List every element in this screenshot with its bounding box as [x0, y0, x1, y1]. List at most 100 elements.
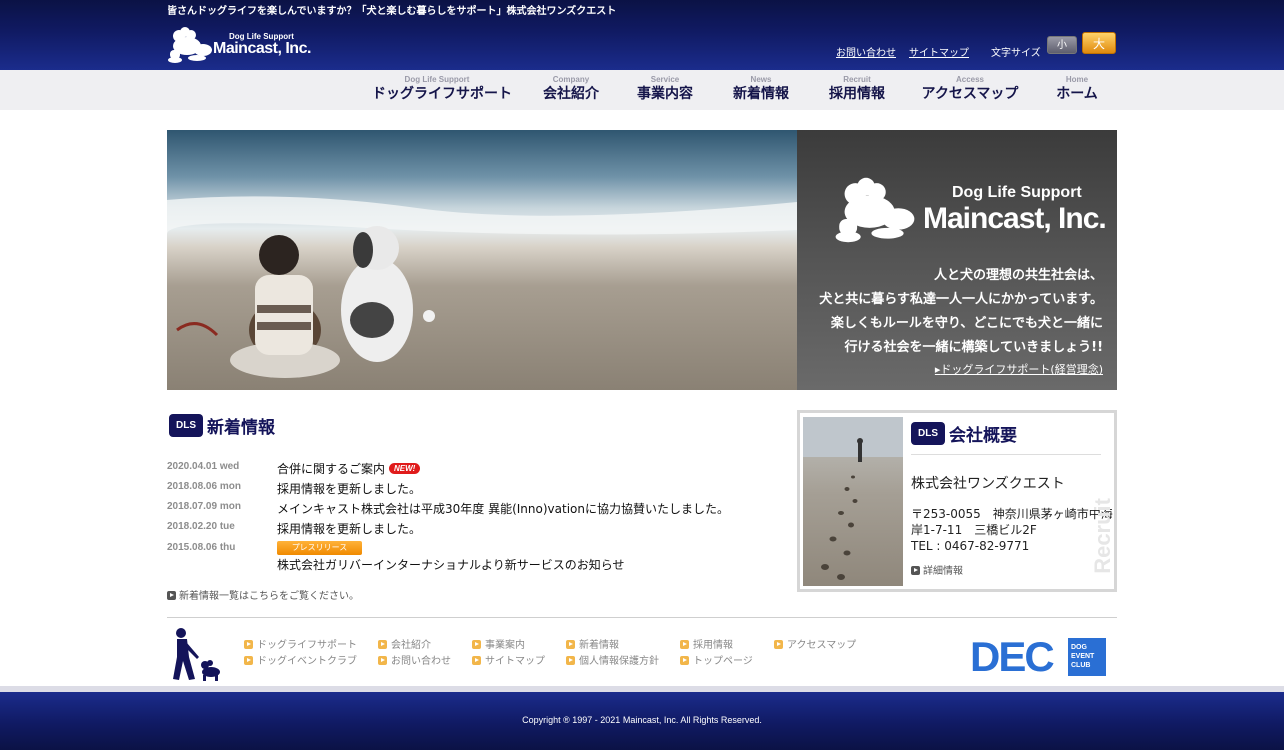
- nav-item-access[interactable]: Access アクセスマップ: [920, 75, 1020, 103]
- news-list-link[interactable]: 新着情報一覧はこちらをご覧ください。: [167, 587, 359, 602]
- news-date: 2018.02.20 tue: [167, 521, 235, 532]
- font-size-small-button[interactable]: 小: [1047, 36, 1077, 54]
- arrow-right-icon: [911, 566, 920, 575]
- contact-link[interactable]: お問い合わせ: [836, 44, 896, 59]
- hero-message-panel: Dog Life Support Maincast, Inc. 人と犬の理想の共…: [797, 130, 1117, 390]
- nav-item-en: News: [750, 75, 772, 84]
- footer-link-label: お問い合わせ: [391, 656, 451, 667]
- arrow-right-icon: [774, 640, 783, 649]
- footer-link-label: アクセスマップ: [787, 640, 857, 651]
- news-text[interactable]: メインキャスト株式会社は平成30年度 異能(Inno)vationに協力協賛いた…: [277, 500, 729, 517]
- arrow-right-icon: [378, 656, 387, 665]
- nav-item-jp: 会社紹介: [543, 86, 599, 102]
- hero-brand-small: Dog Life Support: [952, 184, 1082, 201]
- footer-link-news[interactable]: 新着情報: [566, 636, 619, 651]
- arrow-right-icon: [244, 656, 253, 665]
- dec-subtitle-line: CLUB: [1071, 662, 1091, 669]
- news-date: 2020.04.01 wed: [167, 461, 240, 472]
- news-text[interactable]: 採用情報を更新しました。: [277, 520, 421, 537]
- news-text[interactable]: 株式会社ガリバーインターナショナルより新サービスのお知らせ: [277, 556, 625, 573]
- copyright-text: Copyright ® 1997 - 2021 Maincast, Inc. A…: [522, 715, 762, 725]
- header: 皆さんドッグライフを楽しんでいますか？「犬と楽しむ暮らしをサポート」株式会社ワン…: [0, 0, 1284, 70]
- nav-item-en: Company: [552, 75, 590, 84]
- dls-badge: DLS: [169, 414, 203, 437]
- nav-item-jp: ホーム: [1056, 86, 1098, 102]
- dec-subtitle-line: DOG: [1071, 644, 1087, 651]
- nav-item-jp: 採用情報: [829, 86, 885, 102]
- footer-link-service[interactable]: 事業案内: [472, 636, 525, 651]
- recruit-watermark: Recruit: [1090, 498, 1115, 574]
- company-overview-box: DLS 会社概要 株式会社ワンズクエスト 〒253-0055 神奈川県茅ヶ崎市中海…: [797, 410, 1117, 592]
- news-text[interactable]: 合併に関するご案内 NEW!: [277, 460, 421, 477]
- news-list-link-label: 新着情報一覧はこちらをご覧ください。: [179, 591, 359, 602]
- philosophy-link[interactable]: ▸ドッグライフサポート(経営理念): [935, 361, 1103, 377]
- company-beach-photo: [803, 417, 903, 586]
- font-size-large-button[interactable]: 大: [1082, 32, 1116, 54]
- sitemap-link[interactable]: サイトマップ: [909, 44, 969, 59]
- footer-link-contact[interactable]: お問い合わせ: [378, 652, 451, 667]
- footer-link-top-page[interactable]: トップページ: [680, 652, 753, 667]
- company-section-title: DLS 会社概要: [911, 421, 1101, 455]
- nav-item-jp: ドッグライフサポート: [372, 86, 512, 102]
- nav-item-company[interactable]: Company 会社紹介: [538, 75, 604, 103]
- news-text-label: 合併に関するご案内: [277, 462, 386, 476]
- footer-link-recruit[interactable]: 採用情報: [680, 636, 733, 651]
- nav-item-dog-life-support[interactable]: Dog Life Support ドッグライフサポート: [372, 75, 512, 103]
- hero-copy-line: 行ける社会を一緒に構築していきましょう!!: [844, 340, 1103, 355]
- hero-philosophy-copy: 人と犬の理想の共生社会は、 犬と共に暮らす私達一人一人にかかっています。 楽しく…: [819, 264, 1103, 360]
- arrow-right-icon: [566, 640, 575, 649]
- arrow-right-icon: [680, 656, 689, 665]
- company-name: 株式会社ワンズクエスト: [911, 476, 1065, 492]
- nav-item-jp: 事業内容: [637, 86, 693, 102]
- hero-brand-big: Maincast, Inc.: [923, 202, 1107, 235]
- news-title-text: 新着情報: [207, 418, 275, 438]
- nav-item-en: Recruit: [843, 75, 871, 84]
- nav-item-service[interactable]: Service 事業内容: [632, 75, 698, 103]
- nav-item-recruit[interactable]: Recruit 採用情報: [824, 75, 890, 103]
- footer-bar: Copyright ® 1997 - 2021 Maincast, Inc. A…: [0, 692, 1284, 750]
- footer-link-label: トップページ: [693, 656, 753, 667]
- press-release-badge: プレスリリース: [277, 541, 362, 555]
- dec-logo-subtitle: DOG EVENT CLUB: [1068, 638, 1106, 676]
- dec-club-logo[interactable]: DEC DOG EVENT CLUB: [970, 634, 1108, 680]
- arrow-right-icon: [378, 640, 387, 649]
- footer-link-company[interactable]: 会社紹介: [378, 636, 431, 651]
- footer-link-label: サイトマップ: [485, 656, 545, 667]
- hero-copy-line: 楽しくもルールを守り、どこにでも犬と一緒に: [830, 316, 1103, 331]
- footer-link-dog-event-club[interactable]: ドッグイベントクラブ: [244, 652, 357, 667]
- arrow-right-icon: [566, 656, 575, 665]
- nav-item-en: Dog Life Support: [404, 75, 470, 84]
- company-postal-address: 〒253-0055 神奈川県茅ヶ崎市中海岸1-7-11 三橋ビル2F: [911, 507, 1113, 537]
- footer-link-dog-life-support[interactable]: ドッグライフサポート: [244, 636, 357, 651]
- nav-item-news[interactable]: News 新着情報: [728, 75, 794, 103]
- news-section-title: DLS 新着情報: [169, 413, 275, 438]
- company-title-text: 会社概要: [949, 426, 1017, 446]
- nav-item-home[interactable]: Home ホーム: [1052, 75, 1102, 103]
- news-date: 2018.08.06 mon: [167, 481, 241, 492]
- footer-link-sitemap[interactable]: サイトマップ: [472, 652, 545, 667]
- footer-link-privacy[interactable]: 個人情報保護方針: [566, 652, 659, 667]
- company-detail-link-label: 詳細情報: [923, 566, 963, 577]
- footprints-illustration: [803, 417, 903, 580]
- footer-link-access[interactable]: アクセスマップ: [774, 636, 856, 651]
- hero-banner: Dog Life Support Maincast, Inc. 人と犬の理想の共…: [167, 130, 1117, 390]
- dog-logo-icon: [835, 177, 915, 243]
- arrow-right-icon: [167, 591, 176, 600]
- site-logo[interactable]: Dog Life Support Maincast, Inc.: [167, 26, 311, 64]
- logo-company-name: Maincast, Inc.: [213, 40, 311, 57]
- header-tagline: 皆さんドッグライフを楽しんでいますか？「犬と楽しむ暮らしをサポート」株式会社ワン…: [167, 6, 617, 17]
- news-text[interactable]: 採用情報を更新しました。: [277, 480, 421, 497]
- footer-link-label: 会社紹介: [391, 640, 431, 651]
- arrow-right-icon: [472, 640, 481, 649]
- company-address: 〒253-0055 神奈川県茅ヶ崎市中海岸1-7-11 三橋ビル2F TEL :…: [911, 506, 1114, 554]
- company-tel: TEL : 0467-82-9771: [911, 539, 1030, 553]
- dog-logo-icon: [168, 27, 212, 63]
- company-detail-link[interactable]: 詳細情報: [911, 562, 963, 577]
- footer-link-label: 採用情報: [693, 640, 733, 651]
- dec-subtitle-line: EVENT: [1071, 653, 1095, 660]
- nav-item-en: Home: [1065, 75, 1089, 84]
- philosophy-link-label: ドッグライフサポート(経営理念): [940, 363, 1103, 376]
- new-badge: NEW!: [389, 463, 421, 474]
- footer-link-label: ドッグライフサポート: [257, 640, 357, 651]
- arrow-right-icon: [680, 640, 689, 649]
